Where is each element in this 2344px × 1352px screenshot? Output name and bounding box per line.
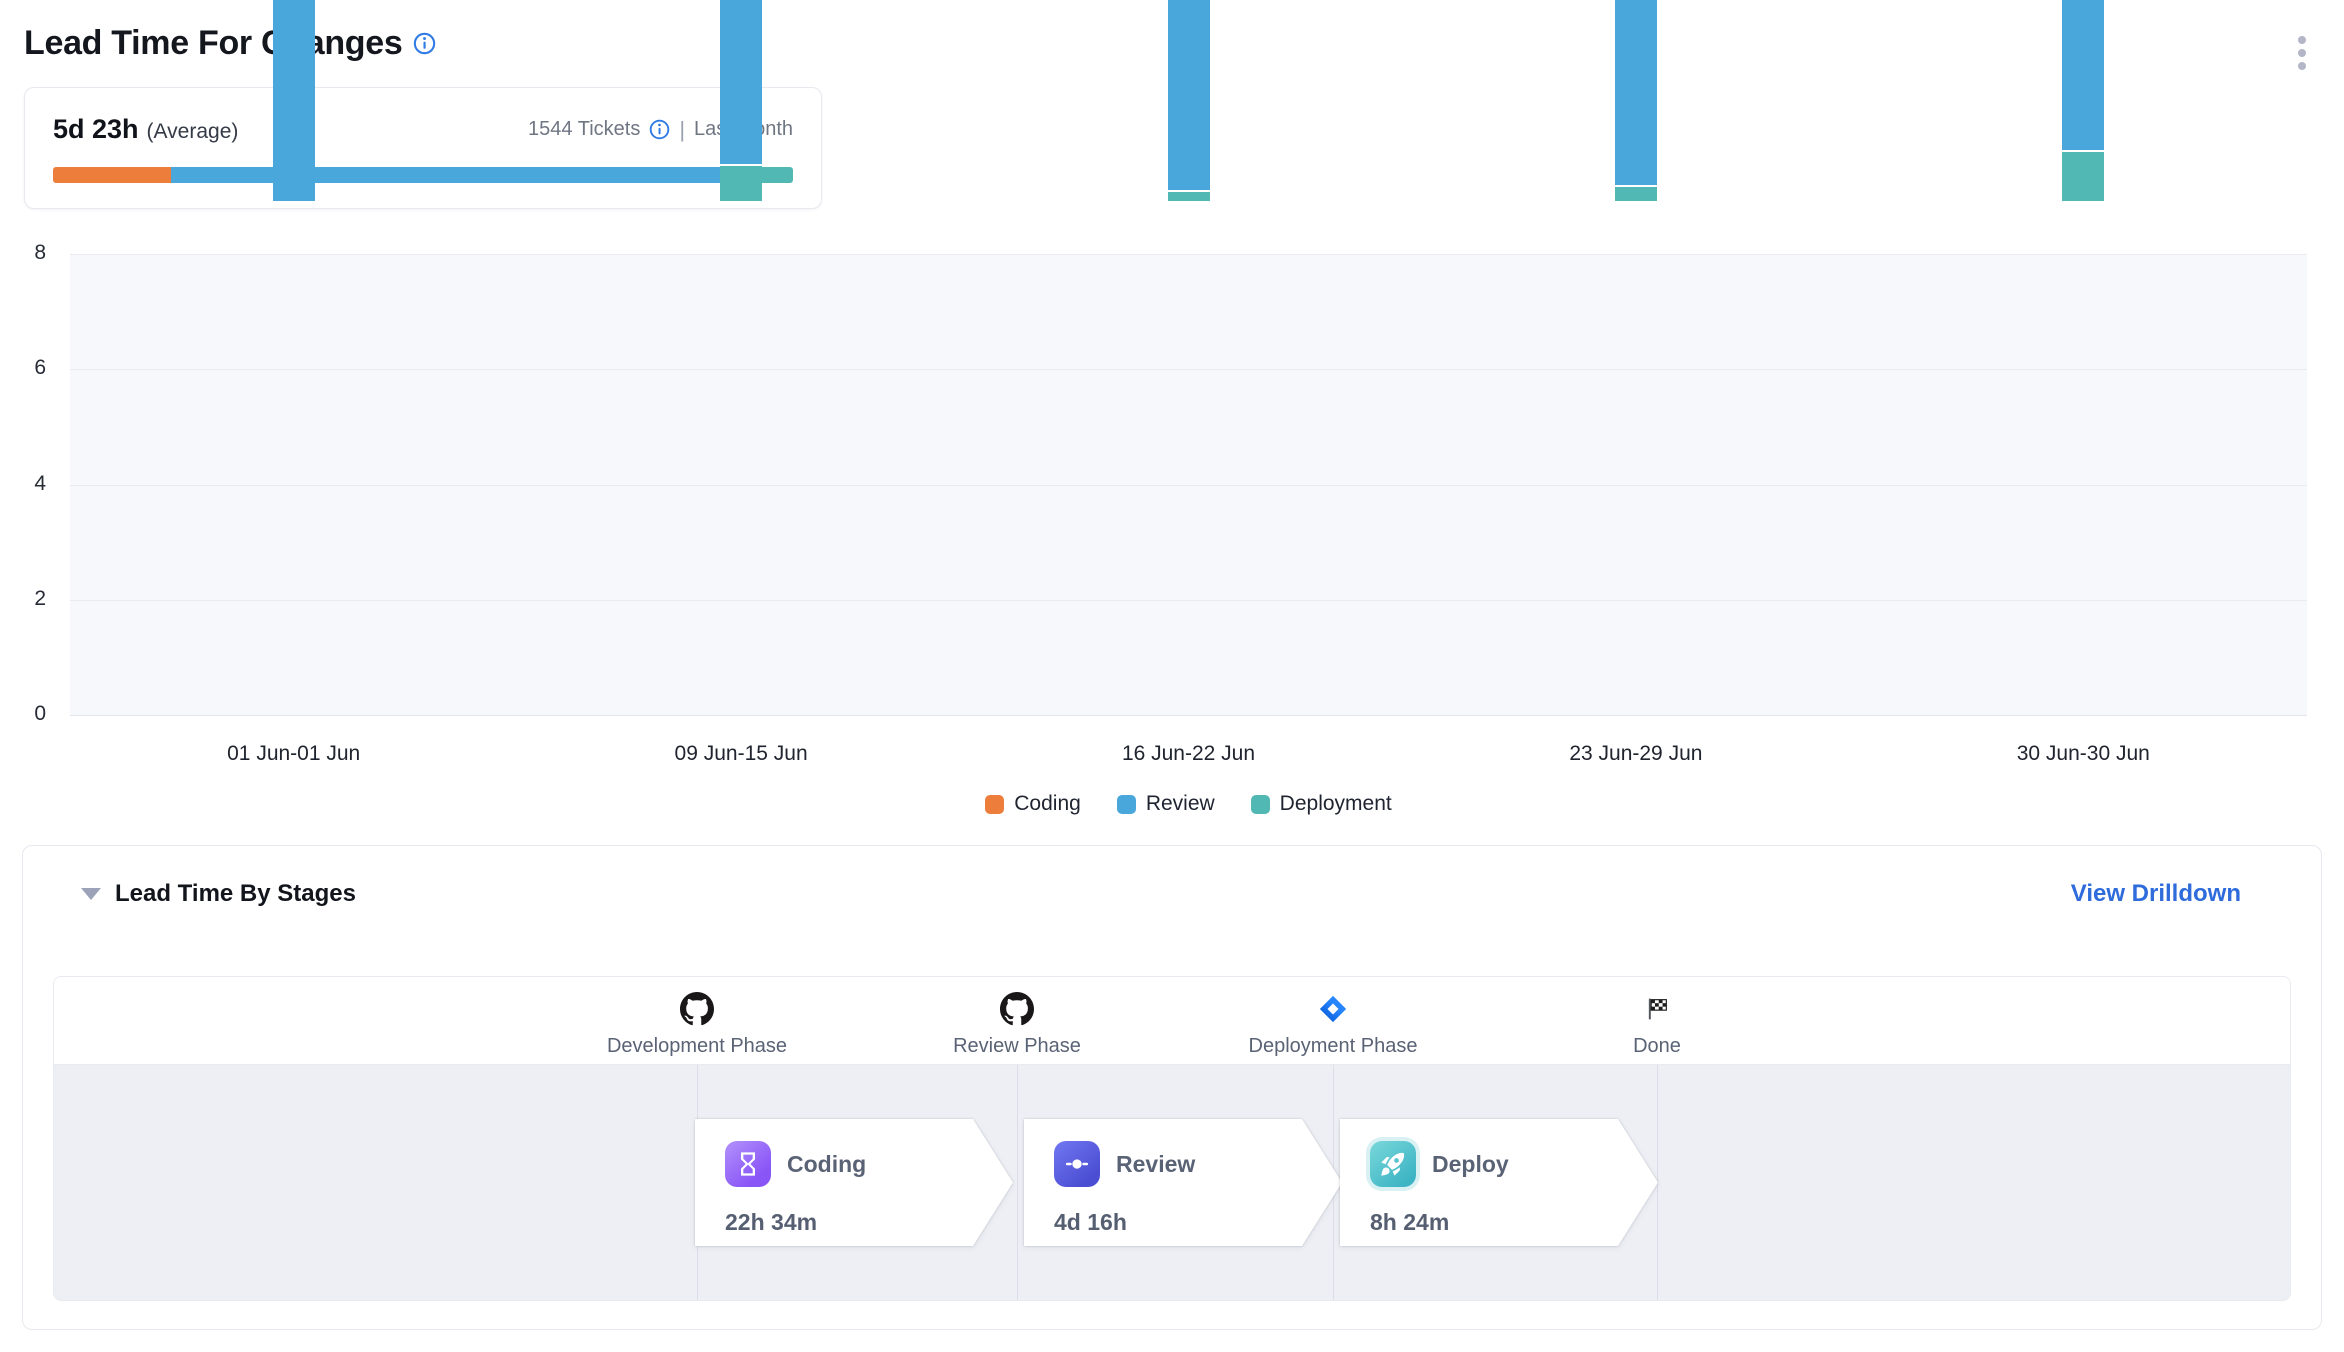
y-axis-tick-label: 4 (0, 472, 46, 496)
legend-label: Review (1146, 792, 1215, 816)
stages-header: Lead Time By Stages View Drilldown (23, 846, 2321, 908)
x-axis-label: 09 Jun-15 Jun (591, 742, 891, 766)
bar-segment-deployment[interactable] (1615, 187, 1657, 201)
stage-card-review[interactable]: Review 4d 16h (1024, 1119, 1342, 1246)
stage-card-deploy[interactable]: Deploy 8h 24m (1340, 1119, 1658, 1246)
bar-segment-review[interactable] (1168, 0, 1210, 190)
stage-duration: 22h 34m (725, 1209, 1013, 1236)
x-axis-label: 30 Jun-30 Jun (1933, 742, 2233, 766)
bar-09 Jun-15 Jun[interactable] (720, 0, 762, 201)
x-axis-label: 01 Jun-01 Jun (144, 742, 444, 766)
phase-label: Review Phase (867, 1035, 1167, 1058)
legend-item-coding[interactable]: Coding (985, 792, 1081, 816)
phases-header-row: Development Phase Review Phase (54, 977, 2290, 1065)
phase-review: Review Phase (867, 991, 1167, 1058)
gridline (70, 600, 2307, 601)
y-axis-tick-label: 2 (0, 587, 46, 611)
hourglass-icon (725, 1141, 771, 1187)
bar-segment-review[interactable] (273, 0, 315, 201)
lead-time-chart: Coding Review Deployment 0 2 4 6 8 01 Jun-01 Ju… (0, 0, 2344, 840)
bar-segment-deployment[interactable] (720, 166, 762, 201)
phase-done: Done (1507, 991, 1807, 1058)
gridline (70, 369, 2307, 370)
stages-body: Coding 22h 34m Review 4d 16h (54, 1065, 2290, 1301)
y-axis-tick-label: 6 (0, 356, 46, 380)
y-axis-tick-label: 8 (0, 241, 46, 265)
bar-30 Jun-30 Jun[interactable] (2062, 0, 2104, 201)
lead-time-by-stages-panel: Lead Time By Stages View Drilldown Devel… (22, 845, 2322, 1330)
legend-swatch (1117, 795, 1136, 814)
stages-section-title: Lead Time By Stages (115, 880, 356, 908)
stage-name: Deploy (1432, 1151, 1509, 1178)
rocket-icon (1370, 1141, 1416, 1187)
column-divider (1017, 1065, 1018, 1301)
stage-card-coding[interactable]: Coding 22h 34m (695, 1119, 1013, 1246)
phase-deployment: Deployment Phase (1183, 991, 1483, 1058)
phase-development: Development Phase (547, 991, 847, 1058)
finish-flag-icon (1507, 991, 1807, 1027)
legend-swatch (1251, 795, 1270, 814)
x-axis-label: 23 Jun-29 Jun (1486, 742, 1786, 766)
legend-item-review[interactable]: Review (1117, 792, 1215, 816)
y-axis-tick-label: 0 (0, 702, 46, 726)
gridline (70, 254, 2307, 255)
jira-icon (1183, 991, 1483, 1027)
bar-segment-deployment[interactable] (1168, 192, 1210, 201)
legend-item-deployment[interactable]: Deployment (1251, 792, 1392, 816)
legend-label: Coding (1014, 792, 1081, 816)
bar-segment-review[interactable] (720, 0, 762, 164)
chart-legend: Coding Review Deployment (70, 792, 2307, 816)
bar-segment-deployment[interactable] (2062, 152, 2104, 201)
view-drilldown-link[interactable]: View Drilldown (2071, 880, 2241, 908)
stage-name: Coding (787, 1151, 866, 1178)
lead-time-widget: Lead Time For Changes 5d 23h (Average) 1… (0, 0, 2344, 1352)
stage-name: Review (1116, 1151, 1195, 1178)
bar-segment-review[interactable] (2062, 0, 2104, 150)
gridline (70, 715, 2307, 716)
legend-swatch (985, 795, 1004, 814)
bar-23 Jun-29 Jun[interactable] (1615, 0, 1657, 201)
phase-label: Deployment Phase (1183, 1035, 1483, 1058)
bar-01 Jun-01 Jun[interactable] (273, 0, 315, 201)
collapse-triangle-icon[interactable] (81, 888, 101, 900)
github-icon (867, 991, 1167, 1027)
stage-duration: 4d 16h (1054, 1209, 1342, 1236)
bar-segment-review[interactable] (1615, 0, 1657, 185)
phase-label: Development Phase (547, 1035, 847, 1058)
legend-label: Deployment (1280, 792, 1392, 816)
x-axis-label: 16 Jun-22 Jun (1039, 742, 1339, 766)
phase-label: Done (1507, 1035, 1807, 1058)
stages-table: Development Phase Review Phase (53, 976, 2291, 1301)
stage-duration: 8h 24m (1370, 1209, 1658, 1236)
github-icon (547, 991, 847, 1027)
bar-16 Jun-22 Jun[interactable] (1168, 0, 1210, 201)
commit-icon (1054, 1141, 1100, 1187)
gridline (70, 485, 2307, 486)
